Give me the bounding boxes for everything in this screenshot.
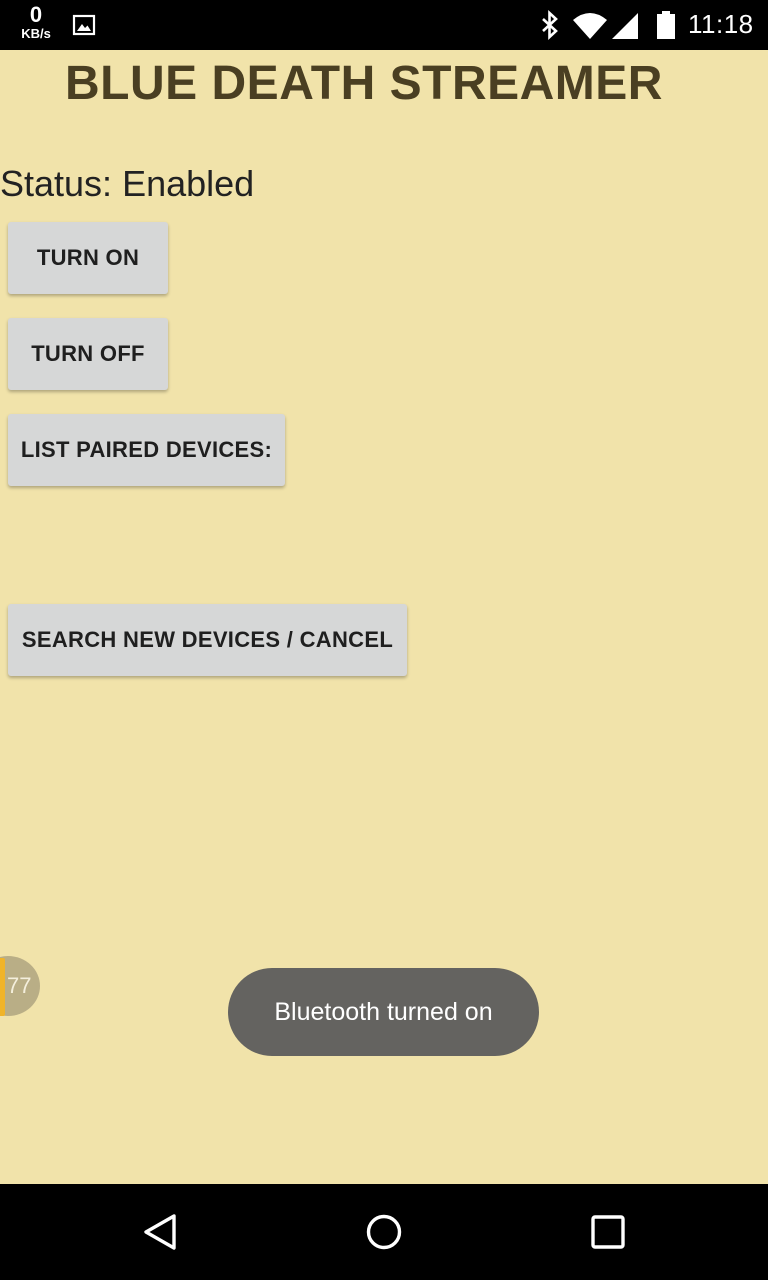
- floating-bubble-label: 77: [7, 973, 32, 998]
- toast-message: Bluetooth turned on: [228, 968, 539, 1056]
- cell-signal-icon: [612, 13, 638, 39]
- battery-icon: [657, 11, 675, 39]
- image-notification-icon: [72, 14, 96, 36]
- bluetooth-status-text: Status: Enabled: [0, 163, 255, 204]
- navigation-bar: [0, 1184, 768, 1280]
- status-clock: 11:18: [688, 9, 754, 39]
- wifi-icon: [573, 13, 607, 39]
- network-speed-indicator: 0 KB/s: [14, 2, 58, 41]
- home-icon[interactable]: [364, 1212, 404, 1252]
- turn-on-button[interactable]: TURN ON: [8, 222, 168, 294]
- recents-icon[interactable]: [588, 1212, 628, 1252]
- bluetooth-icon: [542, 10, 558, 40]
- status-bar: 0 KB/s 11:18: [0, 0, 768, 50]
- network-speed-value: 0: [29, 2, 43, 27]
- search-new-devices-button[interactable]: SEARCH NEW DEVICES / CANCEL: [8, 604, 407, 676]
- list-paired-devices-button[interactable]: LIST PAIRED DEVICES:: [8, 414, 285, 486]
- back-icon[interactable]: [140, 1212, 180, 1252]
- turn-off-button[interactable]: TURN OFF: [8, 318, 168, 390]
- app-title: BLUE DEATH STREAMER: [65, 57, 663, 110]
- floating-bubble-edge: [0, 958, 5, 1016]
- network-speed-unit: KB/s: [21, 26, 51, 41]
